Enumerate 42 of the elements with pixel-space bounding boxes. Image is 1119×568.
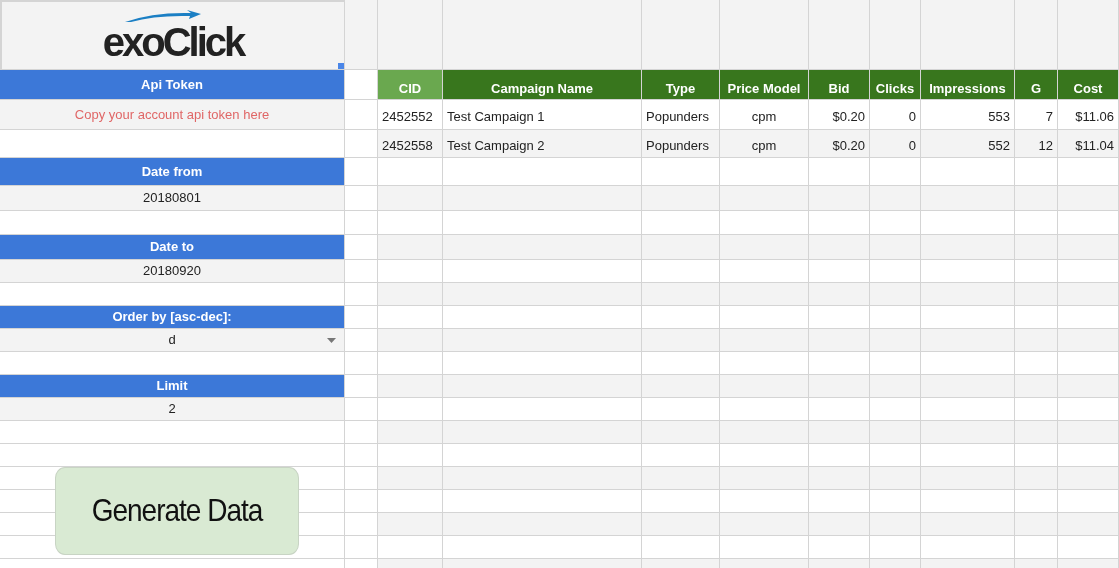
field-label: Date to: [0, 235, 345, 260]
selection-handle[interactable]: [338, 63, 344, 69]
column-header[interactable]: G: [1015, 70, 1058, 100]
input-field[interactable]: 20180920: [0, 260, 345, 283]
table-cell: $11.06: [1058, 100, 1119, 130]
field-label: Api Token: [0, 70, 345, 100]
table-cell: 0: [870, 100, 921, 130]
column-header[interactable]: CID: [378, 70, 443, 100]
input-field[interactable]: 20180801: [0, 186, 345, 211]
field-label: Order by [asc-dec]:: [0, 306, 345, 329]
field-label: Date from: [0, 158, 345, 186]
table-cell: Test Campaign 1: [443, 100, 642, 130]
table-cell: 552: [921, 130, 1015, 158]
column-header[interactable]: Cost: [1058, 70, 1119, 100]
field-label: Limit: [0, 375, 345, 398]
caret-icon: [327, 338, 336, 343]
table-cell: 0: [870, 130, 921, 158]
table-cell: Popunders: [642, 100, 720, 130]
table-cell: 2452558: [378, 130, 443, 158]
table-cell: 2452552: [378, 100, 443, 130]
table-cell: Popunders: [642, 130, 720, 158]
column-header[interactable]: Impressions: [921, 70, 1015, 100]
column-header[interactable]: Type: [642, 70, 720, 100]
generate-data-button[interactable]: Generate Data: [55, 467, 299, 555]
logo-text: exoClick: [102, 21, 244, 62]
dropdown-field[interactable]: d: [0, 329, 345, 352]
table-cell: 553: [921, 100, 1015, 130]
table-cell: $0.20: [809, 130, 870, 158]
table-cell: cpm: [720, 130, 809, 158]
column-header[interactable]: Price Model: [720, 70, 809, 100]
table-cell: Test Campaign 2: [443, 130, 642, 158]
column-header[interactable]: Bid: [809, 70, 870, 100]
input-field[interactable]: Copy your account api token here: [0, 100, 345, 130]
logo-cell[interactable]: exoClick: [0, 0, 345, 70]
input-field[interactable]: 2: [0, 398, 345, 421]
column-header[interactable]: Clicks: [870, 70, 921, 100]
table-cell: 7: [1015, 100, 1058, 130]
table-cell: $11.04: [1058, 130, 1119, 158]
column-header[interactable]: Campaign Name: [443, 70, 642, 100]
table-cell: $0.20: [809, 100, 870, 130]
table-cell: 12: [1015, 130, 1058, 158]
table-cell: cpm: [720, 100, 809, 130]
